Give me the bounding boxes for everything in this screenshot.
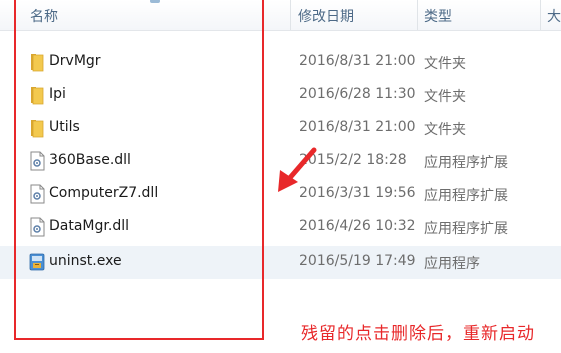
file-date: 2016/4/26 10:32 — [299, 218, 416, 234]
file-type: 文件夹 — [424, 56, 466, 72]
arrow-icon — [278, 147, 317, 192]
column-divider[interactable] — [417, 0, 418, 30]
file-type: 文件夹 — [424, 89, 466, 105]
column-divider[interactable] — [540, 0, 541, 30]
file-date: 2016/5/19 17:49 — [299, 253, 416, 269]
annotation-text: 残留的点击删除后，重新启动 — [301, 324, 535, 344]
column-header-date[interactable]: 修改日期 — [298, 6, 354, 26]
file-type: 应用程序扩展 — [424, 188, 508, 204]
column-divider[interactable] — [290, 0, 291, 30]
column-header-type[interactable]: 类型 — [424, 6, 452, 26]
file-explorer-view: 名称 修改日期 类型 大 DrvMgr 2016/8/31 21:00 文件夹 … — [0, 0, 561, 353]
highlight-box — [14, 0, 264, 340]
file-date: 2016/6/28 11:30 — [299, 86, 416, 102]
file-type: 应用程序扩展 — [424, 221, 508, 237]
file-date: 2016/8/31 21:00 — [299, 119, 416, 135]
file-date: 2016/8/31 21:00 — [299, 53, 416, 69]
file-type: 应用程序扩展 — [424, 155, 508, 171]
file-type: 文件夹 — [424, 122, 466, 138]
column-header-size[interactable]: 大 — [547, 6, 561, 26]
file-type: 应用程序 — [424, 256, 480, 272]
